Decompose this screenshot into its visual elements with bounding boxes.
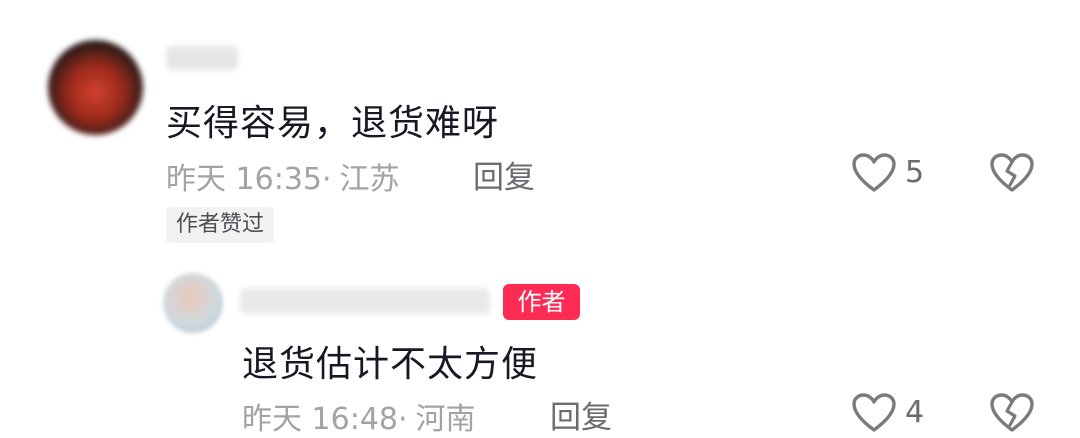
- comment-dislike-button[interactable]: [989, 152, 1035, 194]
- comment-location: 江苏: [339, 162, 400, 197]
- comment-time: 昨天 16:35·: [166, 162, 332, 197]
- broken-heart-icon: [990, 153, 1034, 192]
- comment-text: 买得容易，退货难呀: [166, 103, 500, 144]
- reply-time: 昨天 16:48·: [242, 402, 408, 437]
- reply-dislike-button[interactable]: [989, 392, 1035, 434]
- comment-meta: 昨天 16:35· 江苏: [166, 154, 400, 198]
- reply-reply-button[interactable]: 回复: [550, 392, 612, 437]
- author-badge: 作者: [503, 284, 580, 320]
- replier-username-blurred[interactable]: [240, 288, 490, 314]
- replier-avatar[interactable]: [163, 273, 223, 333]
- reply-meta: 昨天 16:48· 河南: [242, 394, 476, 438]
- author-liked-tag: 作者赞过: [166, 207, 275, 243]
- reply-text: 退货估计不太方便: [242, 344, 539, 385]
- comment-like-count: 5: [905, 155, 925, 190]
- comment-reply-button[interactable]: 回复: [473, 152, 535, 197]
- broken-heart-icon: [990, 393, 1034, 432]
- reply-like-button[interactable]: [851, 392, 897, 434]
- comment-like-button[interactable]: [851, 152, 897, 194]
- heart-outline-icon: [852, 153, 896, 192]
- reply-location: 河南: [415, 402, 476, 437]
- commenter-avatar[interactable]: [48, 40, 143, 135]
- heart-outline-icon: [852, 393, 896, 432]
- commenter-username-blurred[interactable]: [166, 46, 238, 70]
- reply-like-count: 4: [905, 395, 925, 430]
